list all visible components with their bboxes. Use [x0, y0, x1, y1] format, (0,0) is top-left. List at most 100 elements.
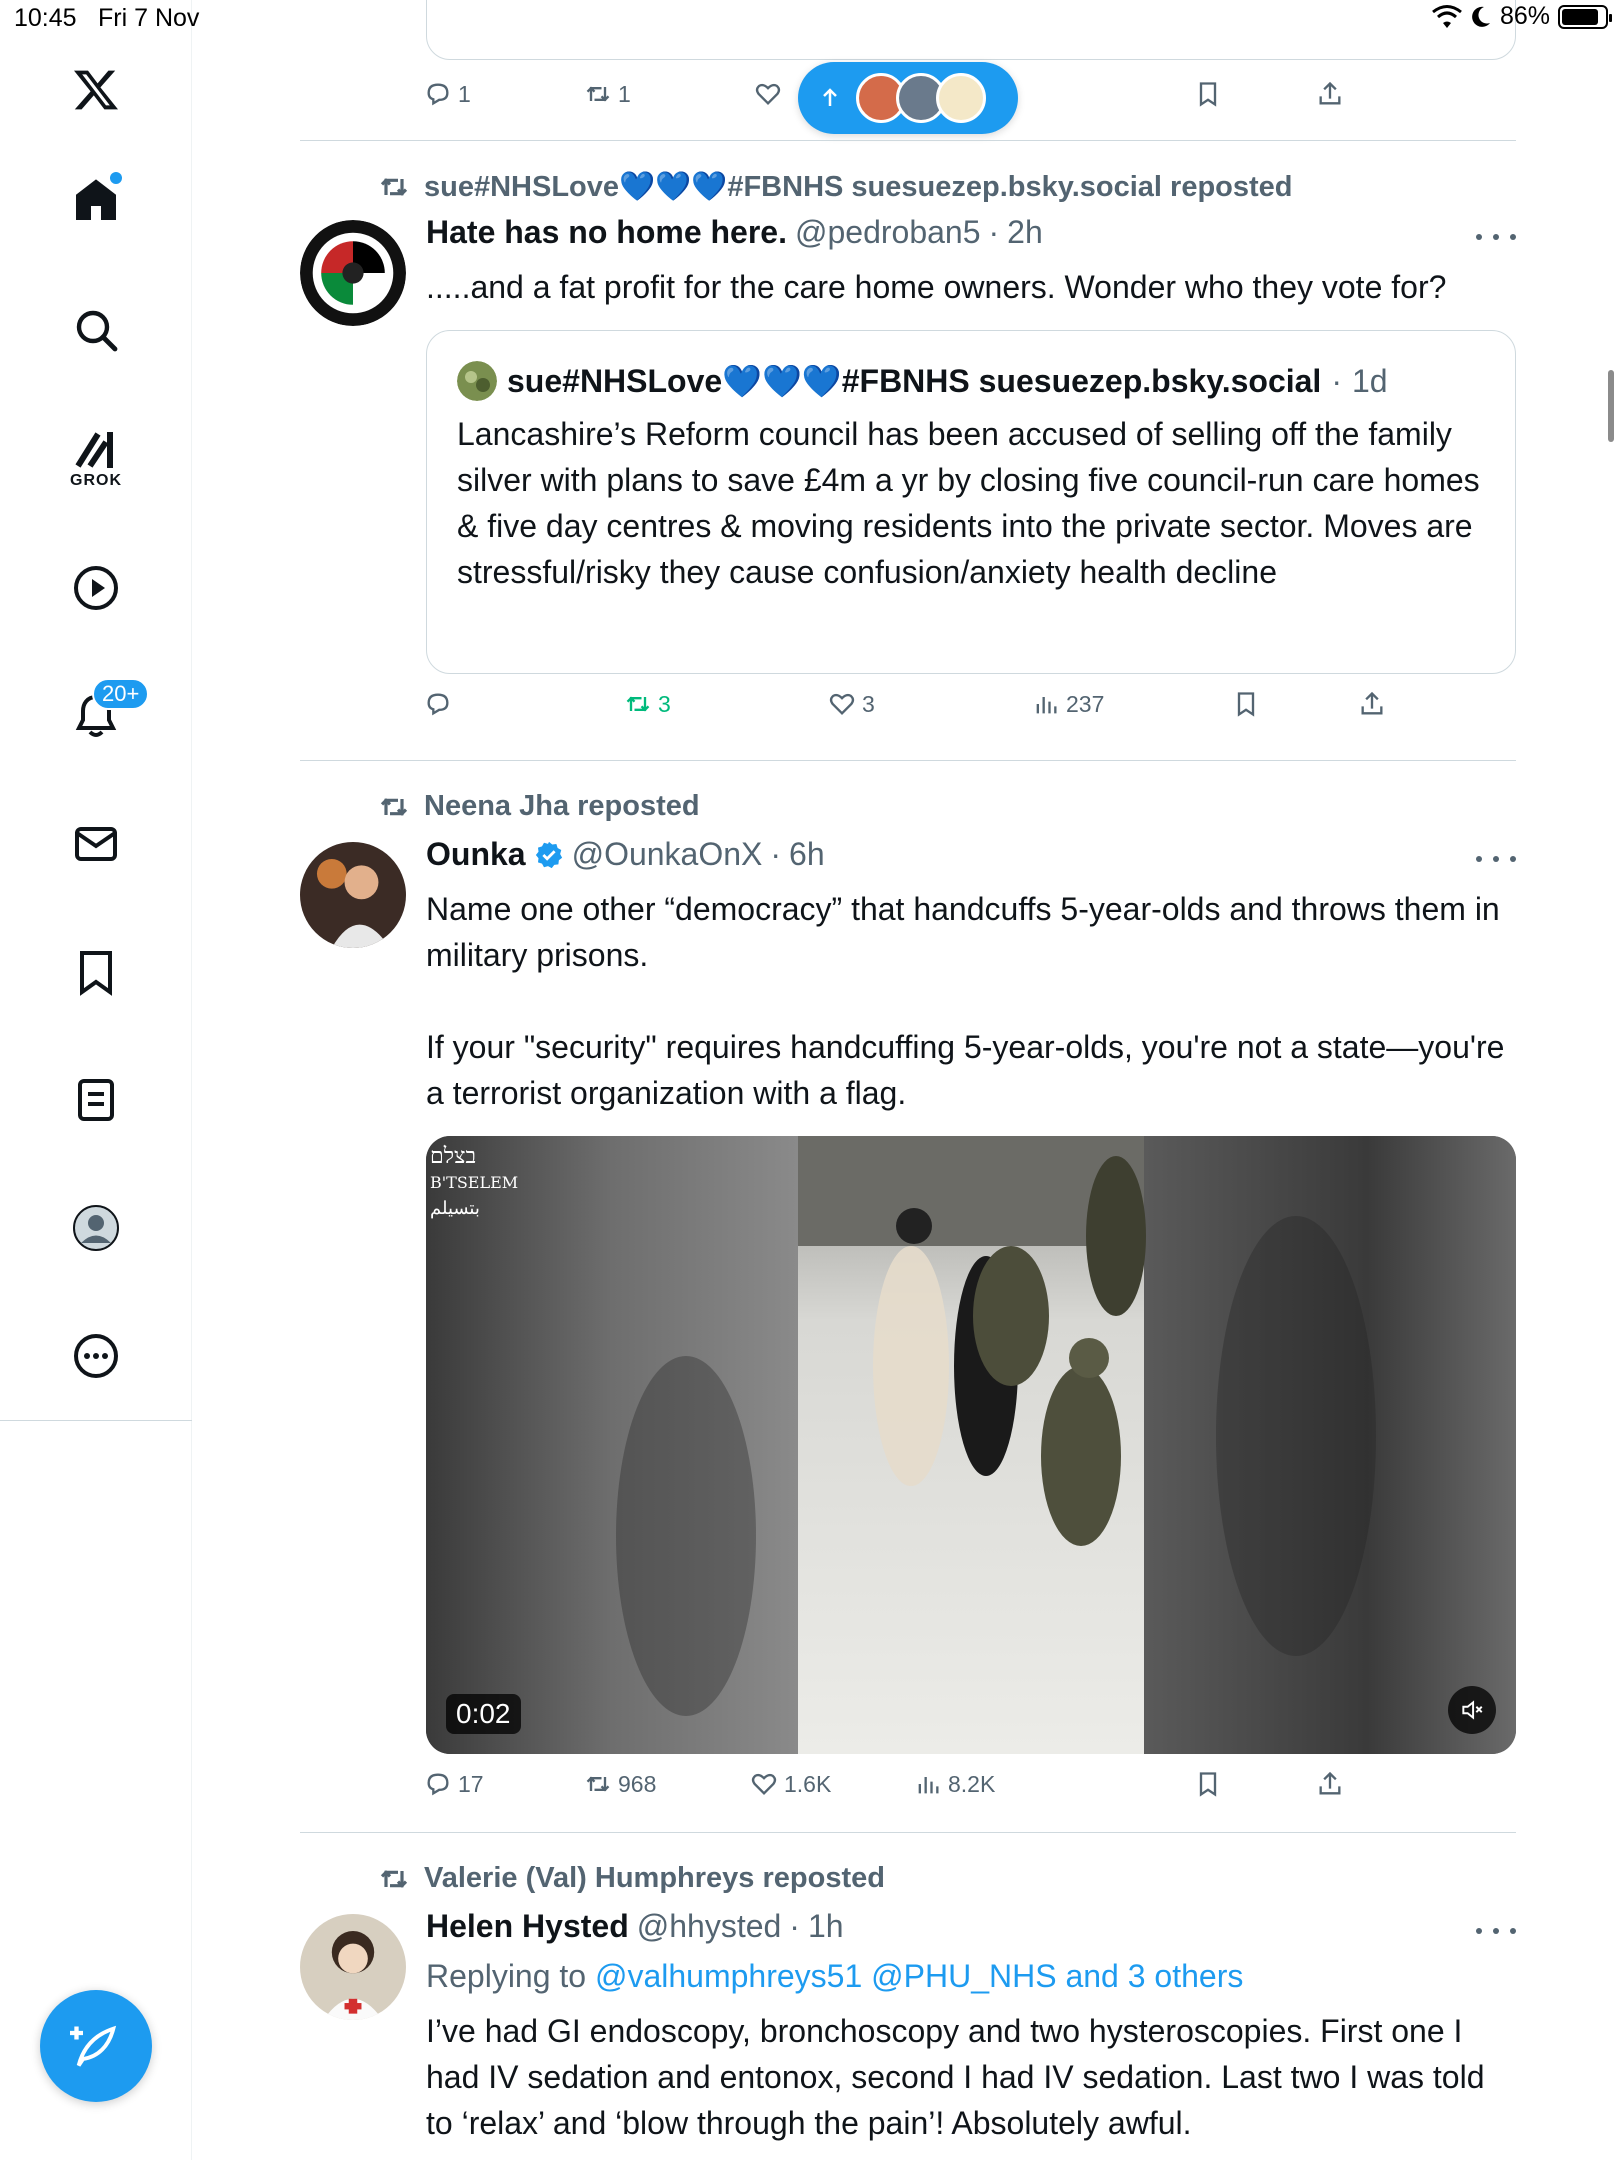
- share-button[interactable]: [1358, 690, 1386, 718]
- quote-avatar: [457, 361, 497, 401]
- mail-icon[interactable]: [56, 804, 136, 884]
- quote-timestamp: 1d: [1351, 362, 1388, 399]
- reply-button[interactable]: 17: [424, 1770, 484, 1798]
- avatar[interactable]: [300, 1914, 406, 2020]
- avatar[interactable]: [300, 220, 406, 326]
- views-chart-icon: [1036, 697, 1057, 714]
- compose-feather-icon: [70, 2025, 117, 2067]
- repost-by-text: Neena Jha reposted: [424, 790, 700, 822]
- home-icon[interactable]: [56, 160, 136, 240]
- share-icon: [1361, 691, 1383, 715]
- avatar[interactable]: [300, 842, 406, 948]
- quote-text: Lancashire’s Reform council has been acc…: [457, 416, 1480, 590]
- handle[interactable]: @OunkaOnX: [572, 836, 763, 873]
- action-row: 3 3 237: [424, 690, 1516, 730]
- post-3[interactable]: Valerie (Val) Humphreys reposted Helen H…: [300, 1832, 1516, 2160]
- more-options-icon[interactable]: [56, 1316, 136, 1396]
- post-header: Helen Hysted @hhysted · 1h: [426, 1908, 844, 1945]
- status-bar: 10:45 Fri 7 Nov 86%: [0, 0, 1620, 40]
- home-unread-dot: [110, 172, 122, 184]
- views-button[interactable]: 8.2K: [914, 1770, 995, 1798]
- separator: ·: [789, 1908, 800, 1944]
- video-player[interactable]: בצלם B'TSELEM بتسيلم 0:02: [426, 1136, 1516, 1754]
- mute-button[interactable]: [1448, 1686, 1496, 1734]
- grok-icon[interactable]: GROK: [56, 418, 136, 498]
- view-count: 8.2K: [948, 1770, 996, 1797]
- replying-to-users[interactable]: @valhumphreys51 @PHU_NHS and 3 others: [595, 1958, 1243, 1994]
- share-icon: [1319, 1771, 1341, 1795]
- like-count: 1.6K: [784, 1770, 832, 1797]
- post-1[interactable]: sue#NHSLove💙💙💙#FBNHS suesuezep.bsky.soci…: [300, 0, 1516, 760]
- repost-attribution: Neena Jha reposted: [378, 790, 700, 823]
- timestamp[interactable]: 2h: [1007, 214, 1043, 251]
- separator: ·: [988, 214, 1000, 250]
- replying-to: Replying to @valhumphreys51 @PHU_NHS and…: [426, 1958, 1243, 1995]
- bookmark-icon: [1237, 692, 1255, 717]
- video-frame: [426, 1136, 1516, 1754]
- repost-by-text: sue#NHSLove💙💙💙#FBNHS suesuezep.bsky.soci…: [424, 171, 1293, 203]
- more-menu-icon[interactable]: [1476, 234, 1516, 240]
- post-header: Hate has no home here. @pedroban5 · 2h: [426, 214, 1043, 251]
- quote-header: sue#NHSLove💙💙💙#FBNHS suesuezep.bsky.soci…: [457, 361, 1388, 401]
- free-palestine-logo-icon: [300, 220, 406, 326]
- sidebar-divider: [0, 1420, 192, 1421]
- status-time: 10:45: [14, 4, 77, 32]
- notifications-bell-icon[interactable]: 20+: [56, 676, 150, 756]
- display-name[interactable]: Ounka: [426, 836, 526, 873]
- more-menu-icon[interactable]: [1476, 856, 1516, 862]
- repost-button[interactable]: 968: [584, 1770, 656, 1798]
- grok-label: GROK: [70, 472, 122, 489]
- scrollbar[interactable]: [1608, 370, 1614, 442]
- like-button[interactable]: 3: [828, 690, 875, 718]
- speaker-muted-icon: [1462, 1700, 1483, 1720]
- status-right: 86%: [1432, 2, 1612, 31]
- profile-avatar-icon[interactable]: [56, 1188, 136, 1268]
- battery-percent: 86%: [1499, 2, 1550, 30]
- bookmark-button[interactable]: [1194, 1770, 1222, 1798]
- avatar-photo: [300, 1914, 406, 2020]
- bookmark-button[interactable]: [1232, 690, 1260, 718]
- x-logo-icon[interactable]: [56, 50, 136, 130]
- bookmark-icon: [1199, 1772, 1217, 1797]
- repost-attribution: Valerie (Val) Humphreys reposted: [378, 1862, 885, 1895]
- search-icon[interactable]: [56, 290, 136, 370]
- verified-badge-icon: [535, 841, 562, 868]
- post-2[interactable]: Neena Jha reposted Ounka @OunkaOnX · 6h …: [300, 760, 1516, 1832]
- views-button[interactable]: 237: [1032, 690, 1104, 718]
- repost-button[interactable]: 3: [624, 690, 671, 718]
- lists-icon[interactable]: [56, 1060, 136, 1140]
- compose-post-button[interactable]: [40, 1990, 152, 2102]
- like-button[interactable]: 1.6K: [750, 1770, 831, 1798]
- views-chart-icon: [918, 1777, 939, 1794]
- bookmark-icon[interactable]: [56, 932, 136, 1012]
- reply-button[interactable]: [424, 690, 458, 718]
- status-date: Fri 7 Nov: [98, 4, 200, 32]
- share-button[interactable]: [1316, 1770, 1344, 1798]
- more-menu-icon[interactable]: [1476, 1928, 1516, 1934]
- repost-attribution: sue#NHSLove💙💙💙#FBNHS suesuezep.bsky.soci…: [378, 170, 1293, 204]
- handle[interactable]: @hhysted: [637, 1908, 782, 1945]
- btselem-watermark: בצלם B'TSELEM بتسيلم: [430, 1144, 519, 1219]
- display-name[interactable]: Hate has no home here.: [426, 214, 787, 251]
- video-icon[interactable]: [56, 548, 136, 628]
- repost-icon: [586, 1776, 610, 1792]
- notifications-badge: 20+: [92, 678, 150, 710]
- repost-by-text: Valerie (Val) Humphreys reposted: [424, 1862, 885, 1894]
- post-text: Name one other “democracy” that handcuff…: [426, 891, 1505, 1111]
- quote-card[interactable]: sue#NHSLove💙💙💙#FBNHS suesuezep.bsky.soci…: [426, 330, 1516, 674]
- timestamp[interactable]: 1h: [808, 1908, 844, 1945]
- separator: ·: [1331, 362, 1342, 399]
- moon-icon: [1472, 6, 1490, 27]
- repost-icon: [380, 797, 408, 816]
- reply-icon: [427, 1773, 449, 1796]
- heart-icon: [751, 1773, 777, 1795]
- view-count: 237: [1066, 690, 1105, 717]
- heart-icon: [829, 693, 855, 715]
- reply-icon: [427, 693, 449, 716]
- wifi-icon: [1432, 4, 1462, 28]
- repost-count: 968: [618, 1770, 657, 1797]
- like-count: 3: [862, 690, 875, 717]
- display-name[interactable]: Helen Hysted: [426, 1908, 629, 1945]
- timestamp[interactable]: 6h: [789, 836, 825, 873]
- handle[interactable]: @pedroban5: [795, 214, 981, 251]
